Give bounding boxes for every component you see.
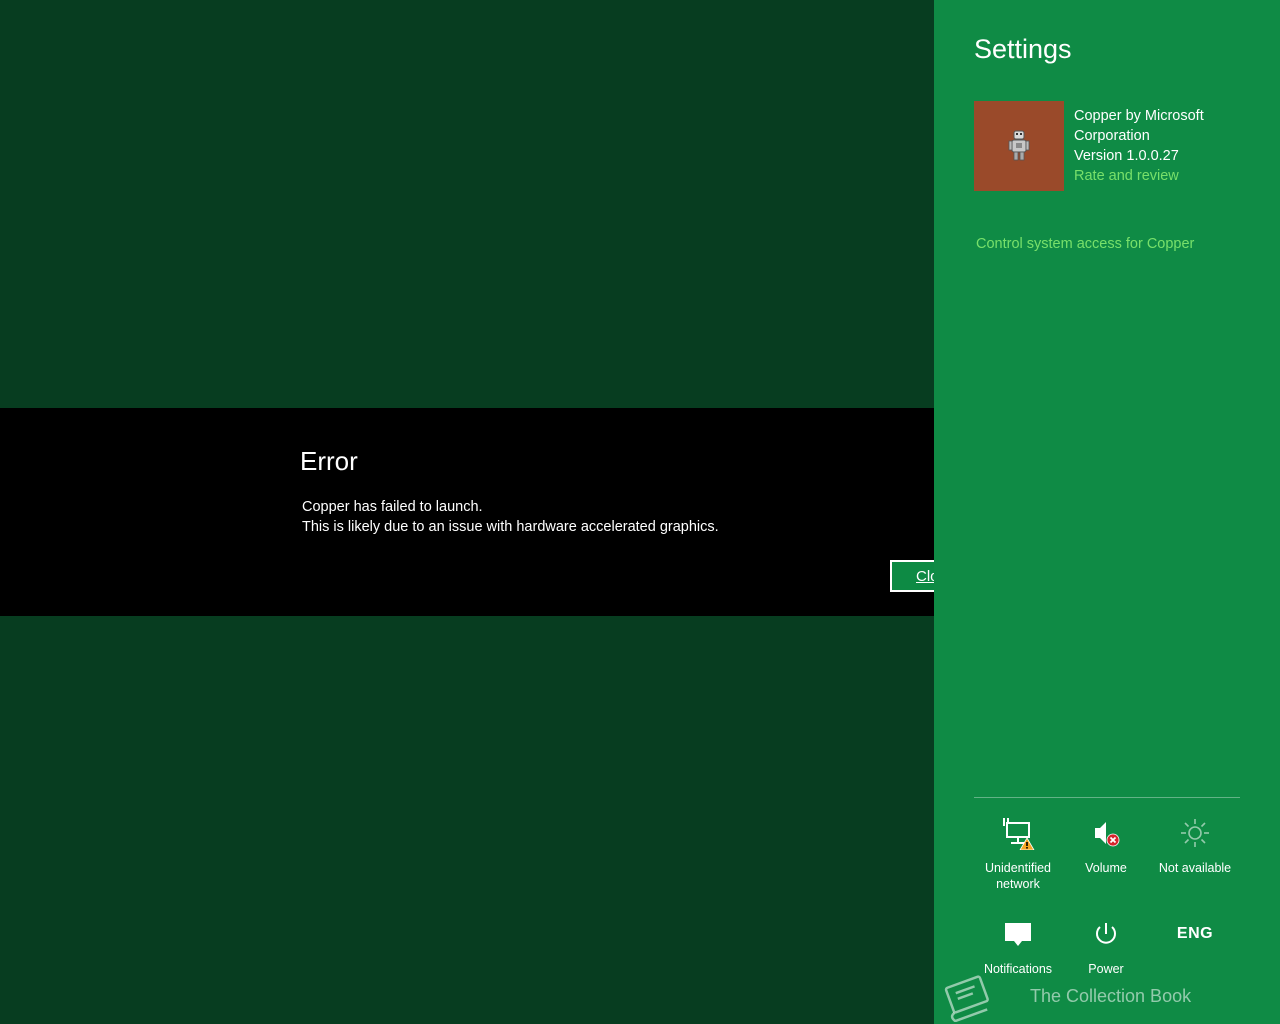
book-icon bbox=[944, 975, 989, 1022]
robot-icon bbox=[1008, 130, 1030, 161]
app-tile bbox=[974, 101, 1064, 191]
volume-muted-icon bbox=[1095, 822, 1120, 847]
watermark-text: The Collection Book bbox=[1030, 986, 1192, 1006]
error-message: Copper has failed to launch. This is lik… bbox=[302, 497, 719, 537]
volume-label: Volume bbox=[1085, 861, 1127, 875]
network-label: network bbox=[996, 877, 1040, 891]
network-button[interactable]: Unidentified network bbox=[974, 816, 1062, 892]
control-system-access-link[interactable]: Control system access for Copper bbox=[976, 236, 1194, 252]
app-name: Copper by Microsoft bbox=[1074, 108, 1204, 124]
close-button[interactable]: Close bbox=[890, 560, 934, 592]
power-button[interactable]: Power bbox=[1062, 917, 1150, 977]
brightness-icon bbox=[1181, 819, 1209, 847]
keyboard-language-button[interactable]: ENG bbox=[1151, 917, 1239, 961]
error-dialog: Error Copper has failed to launch. This … bbox=[0, 408, 934, 616]
settings-charm-pane: Settings Copper by Microsoft Corporation… bbox=[934, 0, 1280, 1024]
notifications-icon bbox=[1005, 923, 1031, 946]
app-version: Version 1.0.0.27 bbox=[1074, 148, 1179, 164]
app-publisher: Corporation bbox=[1074, 128, 1150, 144]
divider bbox=[974, 797, 1240, 798]
error-message-line: This is likely due to an issue with hard… bbox=[302, 519, 719, 535]
power-icon bbox=[1096, 923, 1116, 944]
network-label: Unidentified bbox=[984, 861, 1051, 875]
power-label: Power bbox=[1088, 962, 1124, 976]
brightness-button[interactable]: Not available bbox=[1151, 816, 1239, 876]
keyboard-language-indicator: ENG bbox=[1176, 925, 1214, 942]
error-message-line: Copper has failed to launch. bbox=[302, 499, 483, 515]
watermark: The Collection Book bbox=[944, 975, 1192, 1022]
app-info: Copper by Microsoft Corporation Version … bbox=[1074, 106, 1234, 186]
notifications-button[interactable]: Notifications bbox=[974, 917, 1062, 977]
network-warning-icon bbox=[1003, 818, 1035, 850]
brightness-label: Not available bbox=[1158, 861, 1232, 875]
error-title: Error bbox=[300, 446, 358, 476]
settings-title: Settings bbox=[974, 34, 1072, 64]
volume-button[interactable]: Volume bbox=[1062, 816, 1150, 876]
rate-and-review-link[interactable]: Rate and review bbox=[1074, 166, 1234, 186]
